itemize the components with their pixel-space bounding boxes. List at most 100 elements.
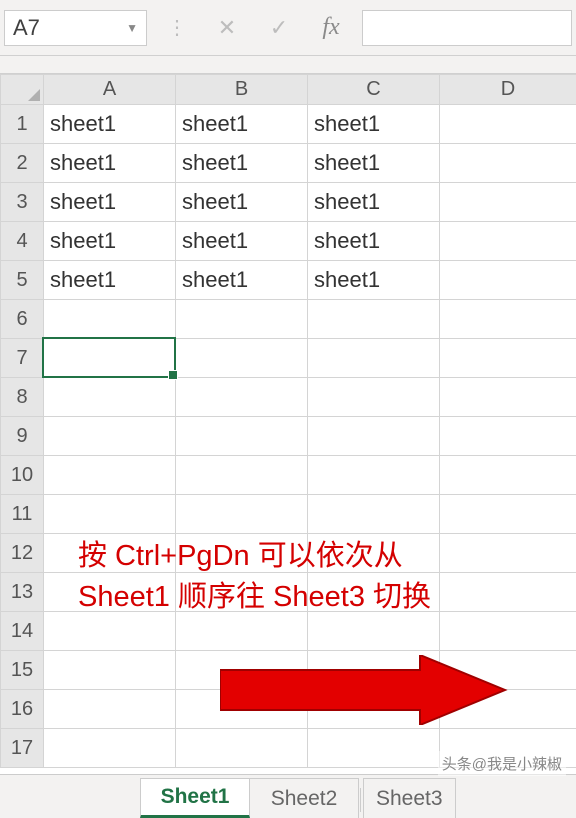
cell-B9[interactable]: [176, 417, 308, 456]
cell-B3[interactable]: sheet1: [176, 183, 308, 222]
cell-A11[interactable]: [44, 495, 176, 534]
cell-C9[interactable]: [308, 417, 440, 456]
cell-A9[interactable]: [44, 417, 176, 456]
cell-A15[interactable]: [44, 651, 176, 690]
row-header-4[interactable]: 4: [1, 222, 44, 261]
cell-C8[interactable]: [308, 378, 440, 417]
row-header-14[interactable]: 14: [1, 612, 44, 651]
cell-D6[interactable]: [440, 300, 576, 339]
cell-D15[interactable]: [440, 651, 576, 690]
cell-D13[interactable]: [440, 573, 576, 612]
cell-D10[interactable]: [440, 456, 576, 495]
cell-A4[interactable]: sheet1: [44, 222, 176, 261]
cell-D8[interactable]: [440, 378, 576, 417]
row-header-5[interactable]: 5: [1, 261, 44, 300]
cell-C16[interactable]: [308, 690, 440, 729]
cell-D9[interactable]: [440, 417, 576, 456]
cell-D17[interactable]: [440, 729, 576, 768]
cell-A14[interactable]: [44, 612, 176, 651]
cell-C17[interactable]: [308, 729, 440, 768]
spreadsheet-grid[interactable]: A B C D 1sheet1sheet1sheet12sheet1sheet1…: [0, 74, 576, 768]
cell-D16[interactable]: [440, 690, 576, 729]
cell-B7[interactable]: [176, 339, 308, 378]
row-header-11[interactable]: 11: [1, 495, 44, 534]
cell-C10[interactable]: [308, 456, 440, 495]
row-header-2[interactable]: 2: [1, 144, 44, 183]
cell-D5[interactable]: [440, 261, 576, 300]
select-all-corner[interactable]: [1, 75, 44, 105]
cell-B5[interactable]: sheet1: [176, 261, 308, 300]
cell-B14[interactable]: [176, 612, 308, 651]
formula-input[interactable]: [362, 10, 572, 46]
row-header-1[interactable]: 1: [1, 105, 44, 144]
cell-D4[interactable]: [440, 222, 576, 261]
cell-C4[interactable]: sheet1: [308, 222, 440, 261]
cell-C14[interactable]: [308, 612, 440, 651]
cell-B10[interactable]: [176, 456, 308, 495]
cell-D11[interactable]: [440, 495, 576, 534]
column-header-C[interactable]: C: [308, 75, 440, 105]
cell-A7[interactable]: [44, 339, 176, 378]
name-box-dropdown-icon[interactable]: ▼: [126, 21, 138, 35]
row-header-3[interactable]: 3: [1, 183, 44, 222]
row-header-17[interactable]: 17: [1, 729, 44, 768]
cell-A1[interactable]: sheet1: [44, 105, 176, 144]
sheet-tab-1[interactable]: Sheet1: [140, 778, 250, 818]
cell-A16[interactable]: [44, 690, 176, 729]
cell-D14[interactable]: [440, 612, 576, 651]
row-header-6[interactable]: 6: [1, 300, 44, 339]
cell-D2[interactable]: [440, 144, 576, 183]
cell-B1[interactable]: sheet1: [176, 105, 308, 144]
cell-A13[interactable]: [44, 573, 176, 612]
cell-B4[interactable]: sheet1: [176, 222, 308, 261]
sheet-tab-3[interactable]: Sheet3: [363, 778, 456, 818]
row-header-9[interactable]: 9: [1, 417, 44, 456]
row-header-15[interactable]: 15: [1, 651, 44, 690]
row-header-16[interactable]: 16: [1, 690, 44, 729]
cell-C3[interactable]: sheet1: [308, 183, 440, 222]
sheet-tab-2[interactable]: Sheet2: [249, 778, 359, 818]
cell-A12[interactable]: [44, 534, 176, 573]
cell-B8[interactable]: [176, 378, 308, 417]
column-header-A[interactable]: A: [44, 75, 176, 105]
column-header-B[interactable]: B: [176, 75, 308, 105]
cell-C6[interactable]: [308, 300, 440, 339]
cell-D7[interactable]: [440, 339, 576, 378]
cell-C2[interactable]: sheet1: [308, 144, 440, 183]
row-header-8[interactable]: 8: [1, 378, 44, 417]
cell-D12[interactable]: [440, 534, 576, 573]
row-header-12[interactable]: 12: [1, 534, 44, 573]
cell-A6[interactable]: [44, 300, 176, 339]
cell-A2[interactable]: sheet1: [44, 144, 176, 183]
cell-B2[interactable]: sheet1: [176, 144, 308, 183]
row-header-13[interactable]: 13: [1, 573, 44, 612]
row-header-7[interactable]: 7: [1, 339, 44, 378]
cell-A5[interactable]: sheet1: [44, 261, 176, 300]
cell-B15[interactable]: [176, 651, 308, 690]
enter-button[interactable]: ✓: [256, 10, 302, 46]
cell-D1[interactable]: [440, 105, 576, 144]
cell-C11[interactable]: [308, 495, 440, 534]
cell-C5[interactable]: sheet1: [308, 261, 440, 300]
name-box[interactable]: A7 ▼: [4, 10, 147, 46]
cell-A10[interactable]: [44, 456, 176, 495]
cancel-button[interactable]: ✕: [204, 10, 250, 46]
cell-B13[interactable]: [176, 573, 308, 612]
cell-B6[interactable]: [176, 300, 308, 339]
cell-C13[interactable]: [308, 573, 440, 612]
cell-B16[interactable]: [176, 690, 308, 729]
cell-B11[interactable]: [176, 495, 308, 534]
row-header-10[interactable]: 10: [1, 456, 44, 495]
cell-C15[interactable]: [308, 651, 440, 690]
cell-A8[interactable]: [44, 378, 176, 417]
insert-function-button[interactable]: fx: [308, 10, 354, 46]
cell-B12[interactable]: [176, 534, 308, 573]
cell-B17[interactable]: [176, 729, 308, 768]
cell-C1[interactable]: sheet1: [308, 105, 440, 144]
cell-C12[interactable]: [308, 534, 440, 573]
cell-A3[interactable]: sheet1: [44, 183, 176, 222]
cell-C7[interactable]: [308, 339, 440, 378]
cell-A17[interactable]: [44, 729, 176, 768]
column-header-D[interactable]: D: [440, 75, 576, 105]
cell-D3[interactable]: [440, 183, 576, 222]
